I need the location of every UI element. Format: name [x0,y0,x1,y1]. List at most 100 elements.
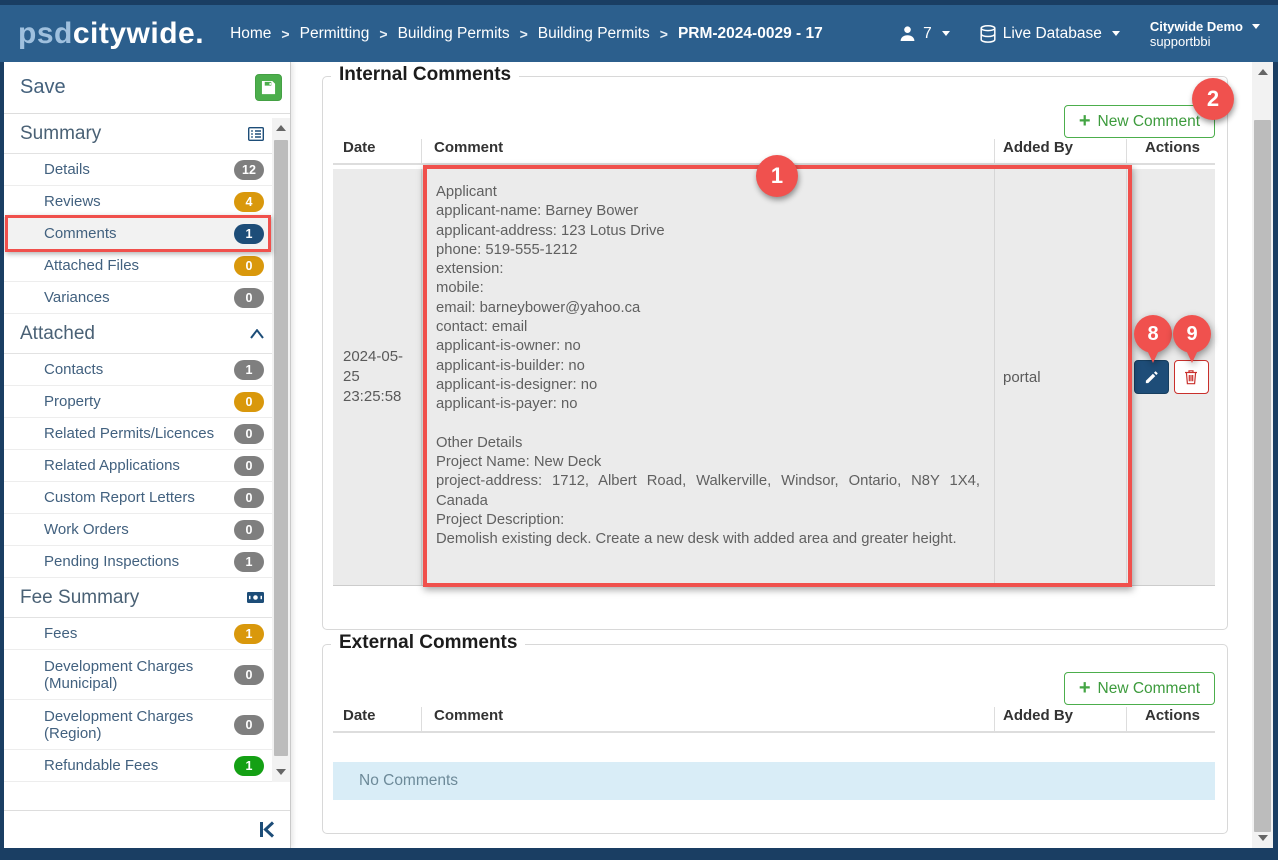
sidebar-section-label: Attached [20,322,95,344]
sidebar-item-label: Comments [44,225,117,242]
comment-actions-cell [1126,169,1215,585]
sidebar-scrollbar[interactable] [272,118,290,782]
sidebar-item-reviews[interactable]: Reviews 4 [4,186,290,218]
database-label: Live Database [1002,24,1102,42]
count-badge: 1 [234,623,264,644]
external-comments-title: External Comments [331,632,526,654]
count-badge: 0 [234,423,264,444]
sidebar-item-work-orders[interactable]: Work Orders 0 [4,514,290,546]
sidebar-item-custom-report-letters[interactable]: Custom Report Letters 0 [4,482,290,514]
sidebar-item-label: Development Charges (Region) [44,707,194,742]
column-header-actions: Actions [1126,139,1215,163]
no-comments-message: No Comments [359,772,459,789]
column-header-date: Date [343,707,376,724]
sidebar-item-dev-charges-municipal[interactable]: Development Charges (Municipal) 0 [4,650,290,700]
chevron-down-icon [1252,23,1260,29]
sidebar-item-label: Custom Report Letters [44,489,195,506]
sidebar-section-label: Summary [20,122,102,144]
breadcrumb-separator: > [281,25,290,42]
sidebar-item-label: Contacts [44,361,104,378]
scrollbar-thumb[interactable] [1254,120,1271,832]
count-badge: 0 [234,664,264,685]
database-dropdown[interactable]: Live Database [980,25,1120,43]
users-dropdown[interactable]: 7 [899,25,950,43]
pencil-icon [1145,370,1158,383]
comment-date-cell: 2024-05-25 23:25:58 [333,169,421,585]
column-header-added-by: Added By [994,707,1126,731]
breadcrumb-building-permits-2[interactable]: Building Permits [538,25,650,43]
sidebar-section-summary[interactable]: Summary [4,114,290,154]
sidebar-item-refundable-fees[interactable]: Refundable Fees 1 [4,750,290,782]
column-header-added-by: Added By [994,139,1126,163]
column-header-comment: Comment [421,139,994,163]
sidebar-item-comments[interactable]: Comments 1 [4,215,290,252]
chevron-down-icon [941,31,950,36]
save-button[interactable] [255,74,282,101]
no-comments-row: No Comments [333,762,1215,800]
comment-date: 2024-05-25 23:25:58 [343,348,404,405]
breadcrumb: Home > Permitting > Building Permits > B… [230,25,823,43]
sidebar-item-fees[interactable]: Fees 1 [4,618,290,650]
trash-icon [1185,370,1197,385]
column-header-actions: Actions [1126,707,1215,731]
sidebar-item-label: Fees [44,625,78,642]
sidebar-item-pending-inspections[interactable]: Pending Inspections 1 [4,546,290,578]
breadcrumb-separator: > [379,25,388,42]
sidebar-item-label: Related Permits/Licences [44,425,215,442]
internal-comments-panel: Internal Comments + New Comment Date Com… [322,64,1234,630]
floppy-disk-icon [261,80,276,95]
breadcrumb-permitting[interactable]: Permitting [300,25,370,43]
sidebar-item-property[interactable]: Property 0 [4,386,290,418]
count-badge: 1 [234,223,264,244]
sidebar-item-related-applications[interactable]: Related Applications 0 [4,450,290,482]
scroll-up-icon[interactable] [272,125,290,131]
count-badge: 0 [234,519,264,540]
scroll-up-icon[interactable] [1252,69,1273,75]
delete-comment-button[interactable] [1173,360,1209,394]
scroll-down-icon[interactable] [1252,835,1273,841]
sidebar: Save Summary Details 12 Reviews 4 Commen… [4,62,291,848]
breadcrumb-separator: > [519,25,528,42]
scrollbar-thumb[interactable] [274,140,288,756]
window-border-bottom [0,848,1278,860]
internal-new-comment-button[interactable]: + New Comment [1063,105,1215,138]
sidebar-item-label: Details [44,161,90,178]
sidebar-item-label: Property [44,393,101,410]
app-logo[interactable]: psdcitywide. [18,17,204,51]
main-scrollbar[interactable] [1252,62,1273,848]
internal-comments-title: Internal Comments [331,64,520,86]
count-badge: 1 [234,359,264,380]
plus-icon: + [1078,676,1091,699]
sidebar-item-label: Variances [44,289,110,306]
edit-comment-button[interactable] [1133,360,1169,394]
external-new-comment-button[interactable]: + New Comment [1063,672,1215,705]
breadcrumb-home[interactable]: Home [230,25,271,43]
collapse-left-icon [260,821,275,838]
sidebar-item-related-permits[interactable]: Related Permits/Licences 0 [4,418,290,450]
sidebar-item-details[interactable]: Details 12 [4,154,290,186]
sidebar-footer [4,810,290,848]
window-border-right [1273,62,1278,860]
collapse-sidebar-button[interactable] [258,821,276,838]
count-badge: 0 [234,391,264,412]
account-name: Citywide Demo [1149,18,1243,34]
count-badge: 0 [234,714,264,735]
sidebar-item-dev-charges-region[interactable]: Development Charges (Region) 0 [4,700,290,750]
column-header-comment: Comment [421,707,994,731]
attachment-icon [250,328,264,339]
sidebar-section-fee-summary[interactable]: Fee Summary [4,578,290,618]
sidebar-item-attached-files[interactable]: Attached Files 0 [4,250,290,282]
count-badge: 1 [234,551,264,572]
sidebar-section-label: Fee Summary [20,586,140,608]
scroll-down-icon[interactable] [272,769,290,775]
sidebar-item-contacts[interactable]: Contacts 1 [4,354,290,386]
sidebar-item-variances[interactable]: Variances 0 [4,282,290,314]
account-dropdown[interactable]: Citywide Demo supportbbi [1150,19,1260,49]
comment-table-row: 2024-05-25 23:25:58 Applicant applicant-… [333,169,1215,586]
breadcrumb-building-permits[interactable]: Building Permits [398,25,510,43]
sidebar-item-label: Work Orders [44,521,129,538]
count-badge: 0 [234,255,264,276]
count-badge: 12 [234,159,264,180]
money-icon [247,592,264,603]
sidebar-section-attached[interactable]: Attached [4,314,290,354]
